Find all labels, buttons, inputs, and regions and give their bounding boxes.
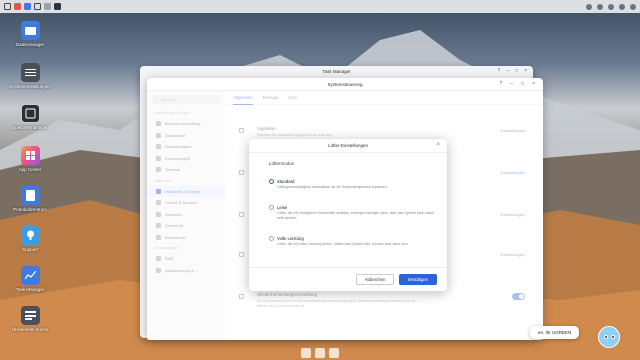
window-controls: ? – □ × — [499, 81, 535, 87]
search-icon[interactable] — [619, 3, 625, 10]
taskbar-app-icon[interactable] — [301, 348, 311, 358]
app-center-icon — [20, 146, 40, 165]
desktop-icon-systemeinstellungen[interactable]: Systemeinstellungen — [0, 63, 60, 89]
desktop-icon-label: Speichermanager — [12, 125, 48, 130]
desktop-icon-speichermanager[interactable]: Speichermanager — [0, 104, 60, 130]
sliders-icon — [20, 63, 40, 82]
option-title: Standard — [277, 179, 295, 184]
help-icon[interactable]: ? — [499, 81, 502, 87]
top-bar-right — [586, 3, 636, 10]
fan-mode-label: Lüftermodus — [269, 161, 295, 166]
task-icon[interactable] — [54, 3, 61, 10]
desktop-icon-universelle-suche[interactable]: Universelle Suche — [0, 306, 60, 332]
desktop-icon-dateimanager[interactable]: Dateimanager — [0, 21, 60, 47]
assistant-mascot-icon[interactable] — [598, 326, 620, 348]
search-app-icon — [20, 306, 40, 325]
option-title: Volle Leistung — [277, 236, 304, 241]
window-icon[interactable] — [34, 3, 41, 10]
system-settings-titlebar: Systemsteuerung ? – □ × — [147, 78, 543, 91]
window-controls: ? – □ × — [497, 68, 527, 74]
mascot-eye — [604, 335, 608, 339]
minimize-icon[interactable]: – — [510, 81, 513, 87]
assistant-text: en. Ihr UGREEN — [538, 330, 572, 335]
confirm-button[interactable]: Bestätigen — [399, 274, 437, 285]
taskbar-app-icon[interactable] — [315, 348, 325, 358]
fan-settings-dialog: Lüfter-Einstellungen × Lüftermodus Stand… — [249, 139, 447, 291]
maximize-icon[interactable]: □ — [515, 68, 518, 74]
option-desc: Lüfter, die mit niedrigeren Drehzahlen a… — [277, 211, 435, 220]
radio-leise[interactable] — [269, 205, 274, 210]
taskbar-app-icon[interactable] — [329, 348, 339, 358]
desktop-icon-label: Systemeinstellungen — [9, 84, 51, 89]
radio-standard[interactable] — [269, 179, 274, 184]
desktop-icon-label: Support — [22, 247, 38, 252]
desktop-icon-task-manager[interactable]: Task Manager — [0, 266, 60, 292]
support-icon — [20, 226, 40, 245]
desktop-icon-label: Dateimanager — [15, 42, 45, 47]
top-bar — [0, 0, 640, 13]
close-icon[interactable]: × — [532, 81, 535, 87]
chart-icon — [20, 266, 40, 285]
desktop-icon-protokollzentrum[interactable]: Protokollzentrum — [0, 186, 60, 212]
system-settings-title: Systemsteuerung — [327, 81, 363, 87]
option-desc: Lüfter, die mit voller Leistung laufen, … — [277, 242, 409, 246]
red-app-icon[interactable] — [14, 3, 21, 10]
dialog-footer: Abbrechen Bestätigen — [249, 267, 447, 291]
desktop-icon-label: Protokollzentrum — [13, 207, 47, 212]
desktop-icon-label: App Center — [18, 167, 42, 172]
desktop-icon-label: Task Manager — [15, 287, 45, 292]
mascot-eye — [611, 335, 615, 339]
close-icon[interactable]: × — [436, 142, 440, 148]
task-manager-title: Task Manager — [140, 66, 533, 76]
minimize-icon[interactable]: – — [506, 68, 509, 74]
taskbar — [200, 348, 440, 360]
desktop-icon-app-center[interactable]: App Center — [0, 146, 60, 172]
info-icon[interactable] — [630, 3, 636, 10]
cancel-button[interactable]: Abbrechen — [356, 274, 394, 285]
maximize-icon[interactable]: □ — [521, 81, 524, 87]
desktop-icon-support[interactable]: Support — [0, 226, 60, 252]
option-desc: Lüftergeschwindigkeit automatisch an die… — [277, 185, 387, 189]
user-icon[interactable] — [608, 3, 614, 10]
grid-icon[interactable] — [4, 3, 11, 10]
radio-volle-leistung[interactable] — [269, 236, 274, 241]
log-icon — [20, 186, 40, 205]
settings-icon[interactable] — [597, 3, 603, 10]
storage-icon — [20, 104, 40, 123]
blue-app-icon[interactable] — [24, 3, 31, 10]
notification-icon[interactable] — [586, 3, 592, 10]
folder-icon — [20, 21, 40, 40]
help-icon[interactable]: ? — [497, 68, 500, 74]
desktop-icon-label: Universelle Suche — [11, 327, 49, 332]
file-icon[interactable] — [44, 3, 51, 10]
option-title: Leise — [277, 205, 288, 210]
task-manager-title-text: Task Manager — [322, 68, 351, 74]
close-icon[interactable]: × — [524, 68, 527, 74]
dialog-title: Lüfter-Einstellungen — [249, 139, 447, 153]
assistant-bubble[interactable]: en. Ihr UGREEN — [530, 326, 580, 339]
